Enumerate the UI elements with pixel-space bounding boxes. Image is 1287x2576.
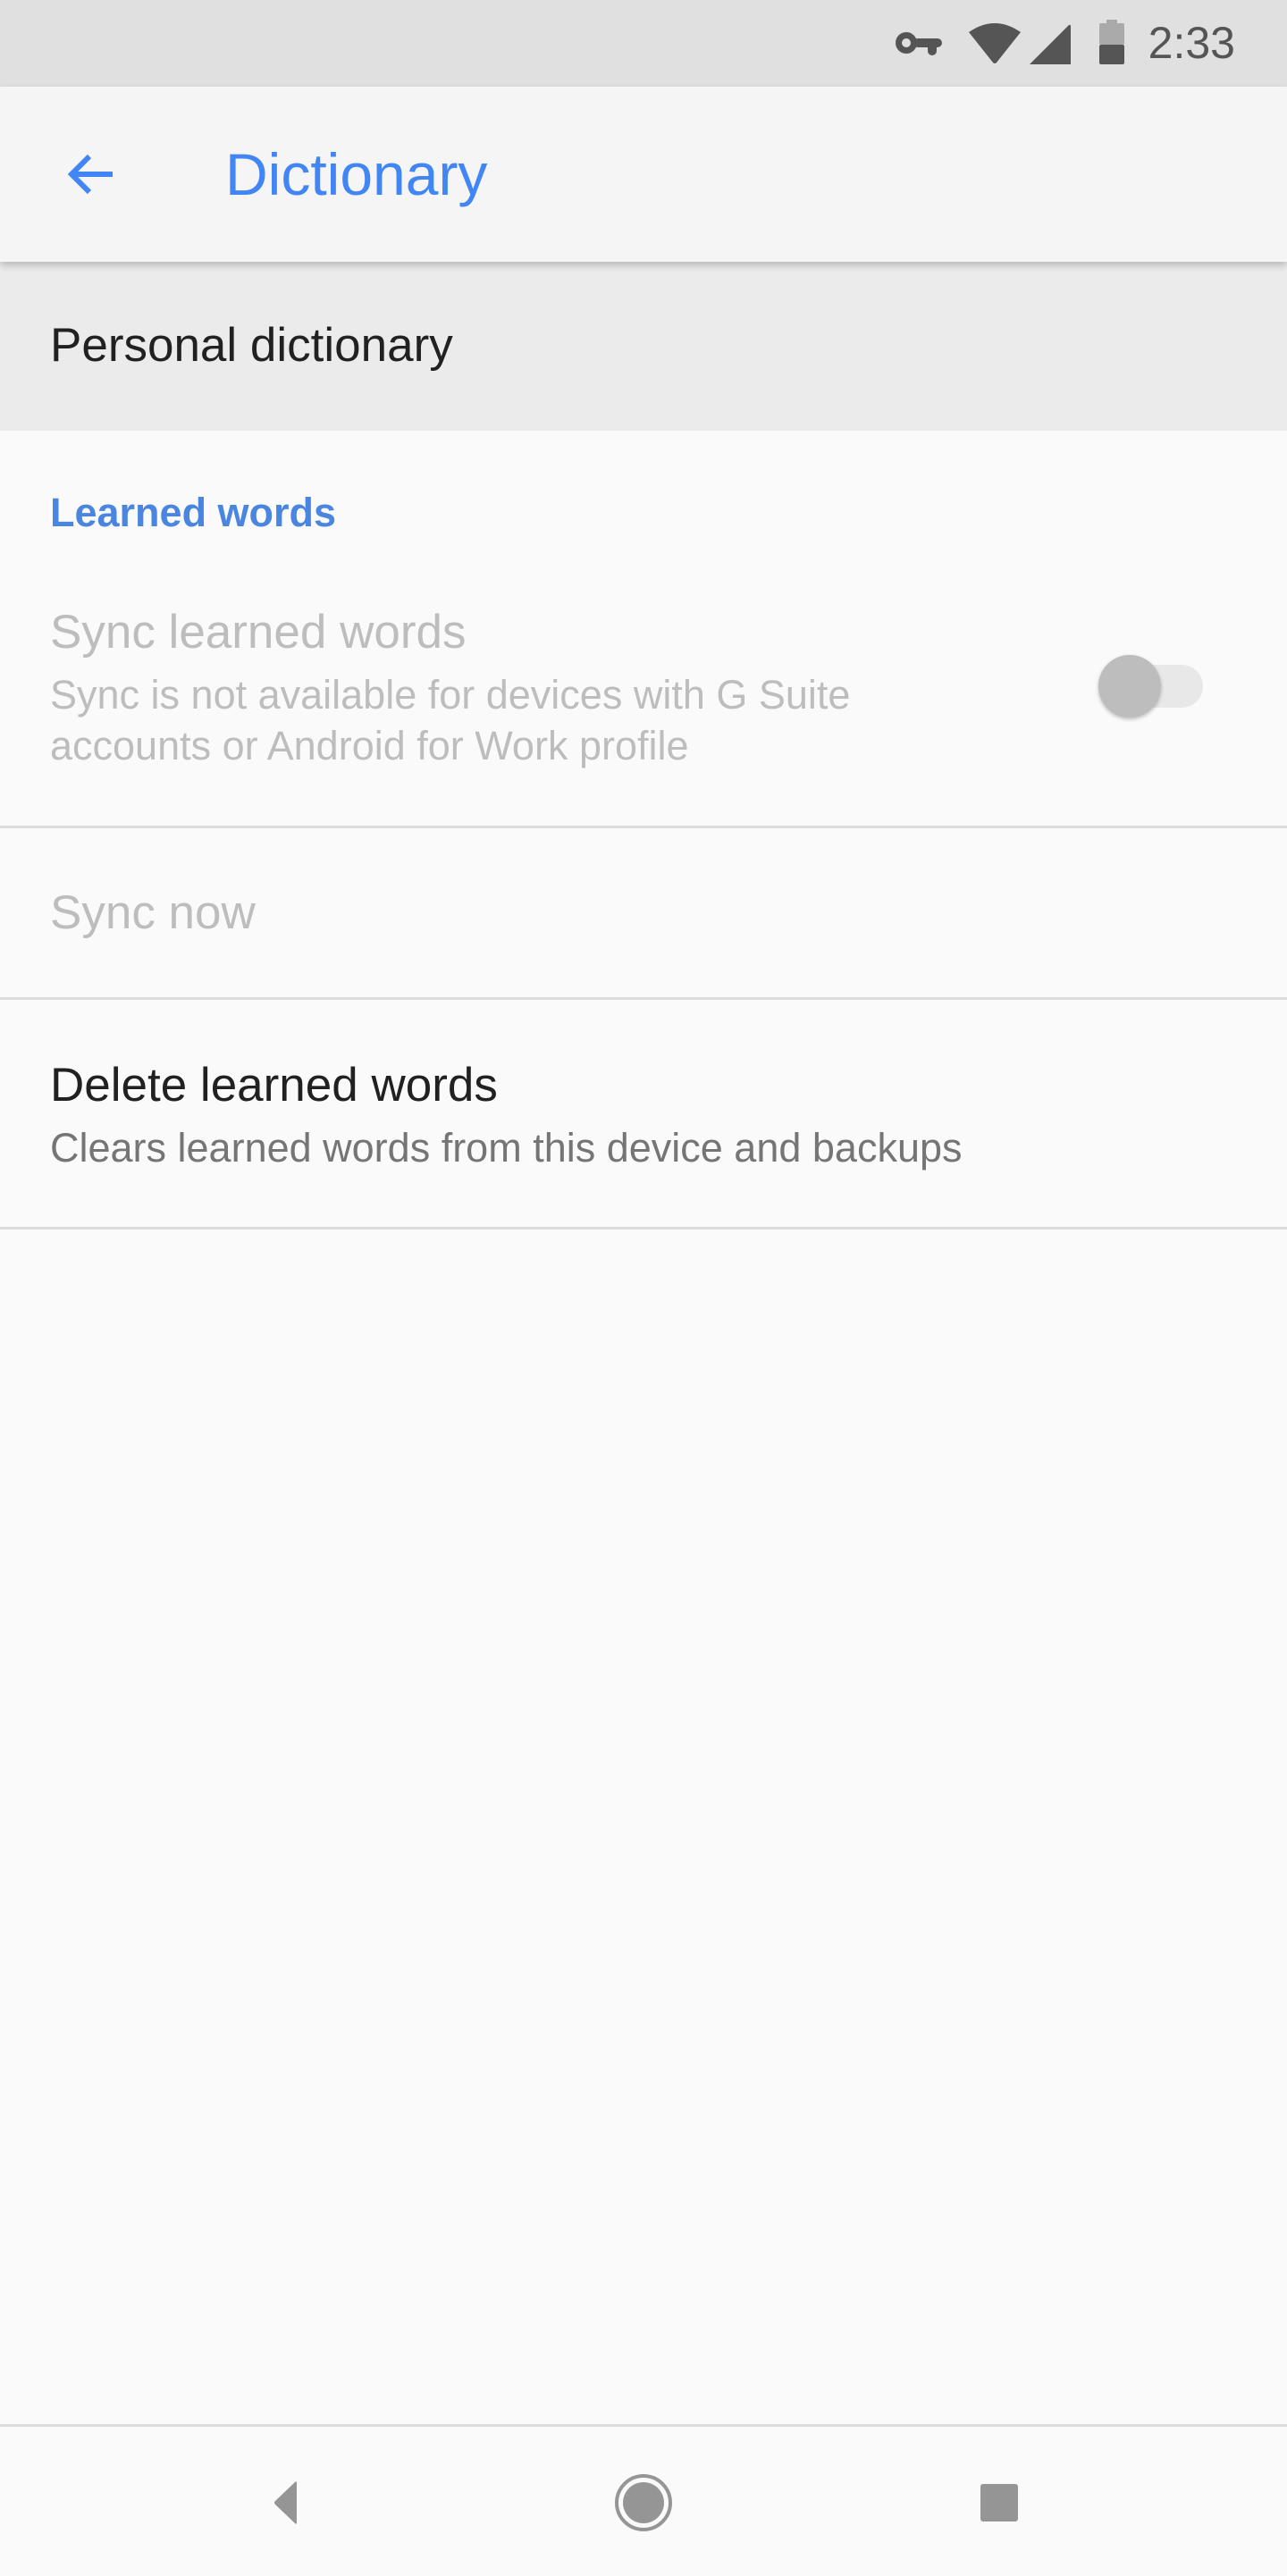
sync-learned-words-title: Sync learned words [50,606,467,659]
divider [0,1227,1287,1229]
nav-home-button[interactable] [594,2454,693,2552]
wifi-icon [969,23,1021,63]
sync-learned-words-summary: Sync is not available for devices with G… [50,672,851,768]
sync-now-title: Sync now [50,886,256,939]
toggle-thumb [1098,655,1161,717]
divider [0,997,1287,1000]
clock: 2:33 [1148,18,1235,68]
recents-icon [980,2484,1018,2521]
cell-signal-icon [1030,24,1071,64]
battery-icon [1099,20,1124,64]
nav-recents-button[interactable] [950,2454,1048,2552]
arrow-left-icon [67,154,113,195]
app-bar: Dictionary [0,87,1287,262]
learned-words-category: Learned words [50,490,337,535]
vpn-key-icon [896,32,942,55]
page-title: Dictionary [225,141,488,207]
home-icon [615,2474,672,2531]
personal-dictionary-item[interactable]: Personal dictionary [0,262,1287,431]
back-button[interactable] [48,131,134,217]
delete-learned-words-title: Delete learned words [50,1059,498,1112]
personal-dictionary-label: Personal dictionary [50,319,453,372]
delete-learned-words-summary: Clears learned words from this device an… [50,1125,963,1171]
navigation-bar [0,2424,1287,2576]
divider [0,826,1287,828]
status-bar: 2:33 [0,0,1287,87]
back-icon [274,2481,297,2524]
nav-back-button[interactable] [237,2454,335,2552]
